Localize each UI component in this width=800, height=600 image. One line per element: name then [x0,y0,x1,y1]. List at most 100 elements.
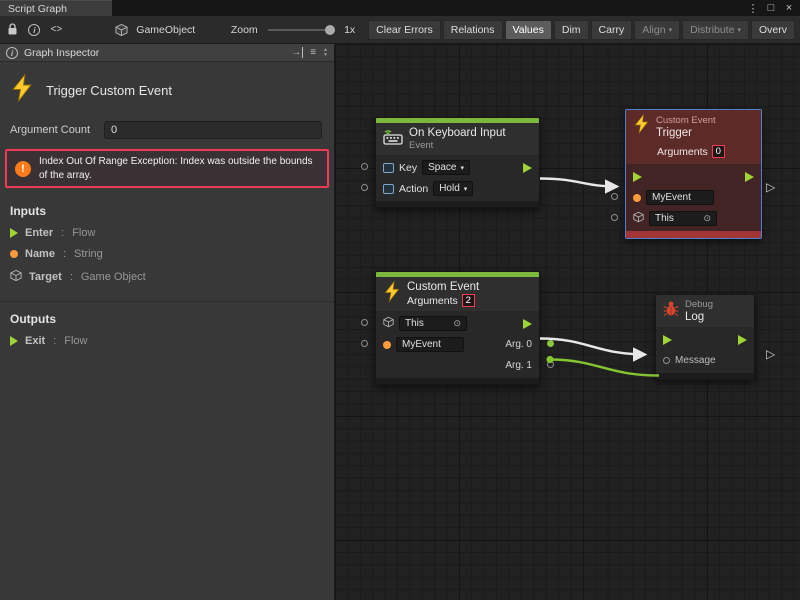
scroll-down-icon[interactable]: ▼ [323,53,328,58]
dock-icon[interactable]: → [291,47,303,58]
overview-button[interactable]: Overv [751,20,795,40]
flow-input-port[interactable] [663,335,672,345]
cube-icon [10,269,22,285]
chevron-down-icon: ▾ [460,164,464,172]
info-icon: i [6,47,18,59]
window-menu-icon[interactable]: ⋮ [746,2,760,15]
dim-button[interactable]: Dim [554,20,589,40]
event-name-field[interactable]: MyEvent [396,337,464,352]
wire-event-to-debug[interactable] [540,339,645,355]
target-input-port[interactable] [361,319,368,326]
outputs-header: Outputs [10,312,334,326]
inspector-title: Graph Inspector [24,47,99,59]
action-dropdown[interactable]: Hold▾ [433,181,473,196]
node-category: Debug [685,299,713,310]
node-footer [656,373,754,379]
arg1-output-port[interactable] [547,361,554,368]
values-button[interactable]: Values [505,20,552,40]
inspector-header: i Graph Inspector → ≡ ▲ ▼ [0,44,334,62]
lock-icon[interactable] [5,21,20,39]
error-message: Index Out Of Range Exception: Index was … [39,155,319,182]
arguments-label: Arguments [657,146,708,158]
node-title: Trigger [656,127,716,139]
lightning-bolt-icon [383,281,401,307]
event-name-field[interactable]: MyEvent [646,190,714,205]
target-field[interactable]: This⊙ [399,316,467,331]
flow-indicator-icon: ▷ [766,181,775,193]
error-message-box: ! Index Out Of Range Exception: Index wa… [5,149,329,188]
gameobject-cube-icon [114,21,129,39]
argument-count-input[interactable] [104,121,322,139]
arguments-count-badge[interactable]: 0 [712,145,725,158]
menu-icon[interactable]: ≡ [310,47,316,58]
message-input-port[interactable] [663,357,670,364]
cube-icon [633,210,644,228]
cube-icon [383,315,394,333]
node-category: Custom Event [656,115,716,126]
argument-count-label: Argument Count [10,124,98,136]
inputs-header: Inputs [10,204,334,218]
flow-output-port[interactable] [523,163,532,173]
carry-button[interactable]: Carry [591,20,633,40]
input-pin-target: Target:Game Object [10,269,334,285]
zoom-slider[interactable] [268,29,334,31]
node-title: On Keyboard Input [409,127,506,139]
chevron-down-icon: ▾ [464,185,468,193]
unit-title: Trigger Custom Event [46,83,172,98]
flow-arrow-icon [10,228,18,238]
divider [0,301,334,302]
node-debug-log[interactable]: Debug Log Message [655,294,755,380]
chevron-down-icon: ▾ [669,26,673,34]
string-port-icon [383,341,391,349]
unity-window: Script Graph ⋮ □ × i <> GameObject Zoom … [0,0,800,600]
arguments-count-badge[interactable]: 2 [462,294,475,307]
titlebar: Script Graph ⋮ □ × [0,0,800,16]
node-custom-event[interactable]: Custom Event Arguments 2 This⊙ [375,271,540,385]
name-input-port[interactable] [361,340,368,347]
key-icon [383,163,394,173]
gameobject-label[interactable]: GameObject [136,24,195,36]
arg0-output-port[interactable] [547,340,554,347]
flow-input-port[interactable] [633,172,642,182]
output-pin-exit: Exit:Flow [10,335,334,347]
tab-script-graph[interactable]: Script Graph [0,0,112,16]
flow-output-port[interactable] [738,335,747,345]
graph-canvas[interactable]: On Keyboard Input Event Key Space▾ Actio… [335,44,800,600]
lightning-bolt-icon [10,74,34,107]
chevron-down-icon: ▾ [737,26,741,34]
node-trigger-custom-event[interactable]: Custom Event Trigger Arguments 0 MyEvent [625,109,762,239]
distribute-button[interactable]: Distribute▾ [682,20,749,40]
target-picker-icon[interactable]: ⊙ [695,213,711,224]
string-port-icon [633,194,641,202]
close-icon[interactable]: × [782,2,796,14]
node-footer [376,201,539,207]
flow-indicator-icon: ▷ [766,348,775,360]
key-label: Key [399,162,417,174]
node-subtitle: Event [409,140,506,151]
name-input-port[interactable] [611,193,618,200]
arguments-label: Arguments [407,295,458,307]
arg0-label: Arg. 0 [505,339,532,350]
key-dropdown[interactable]: Space▾ [422,160,470,175]
target-input-port[interactable] [611,214,618,221]
flow-output-port[interactable] [523,319,532,329]
flow-output-port[interactable] [745,172,754,182]
string-port-icon [10,250,18,258]
node-on-keyboard-input[interactable]: On Keyboard Input Event Key Space▾ Actio… [375,117,540,208]
target-picker-icon[interactable]: ⊙ [445,318,461,329]
wire-keyboard-to-trigger[interactable] [540,179,617,187]
zoom-knob[interactable] [325,25,335,35]
info-icon[interactable]: i [27,21,42,39]
key-input-port[interactable] [361,163,368,170]
node-title: Log [685,311,713,323]
relations-button[interactable]: Relations [443,20,503,40]
clear-errors-button[interactable]: Clear Errors [368,20,441,40]
wire-arg0-to-message[interactable] [550,360,659,376]
maximize-icon[interactable]: □ [764,2,778,14]
arg1-label: Arg. 1 [505,360,532,371]
target-field[interactable]: This⊙ [649,211,717,226]
align-button[interactable]: Align▾ [634,20,680,40]
error-icon: ! [15,161,31,177]
code-view-icon[interactable]: <> [49,21,64,39]
action-input-port[interactable] [361,184,368,191]
